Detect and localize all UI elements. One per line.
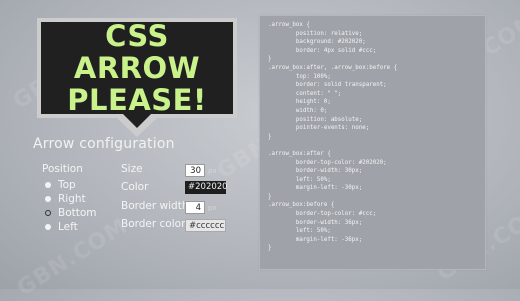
border-color-label: Border color	[121, 218, 186, 230]
position-label: Position	[42, 163, 83, 175]
border-width-unit: px	[208, 204, 217, 212]
radio-label: Left	[58, 221, 78, 233]
border-width-label: Border width	[121, 200, 189, 212]
radio-label: Top	[58, 179, 76, 191]
radio-bottom[interactable]: Bottom	[45, 207, 97, 219]
border-color-input[interactable]: #cccccc	[185, 219, 226, 232]
preview-line-2: PLEASE!	[67, 83, 207, 117]
css-code[interactable]: .arrow_box { position: relative; backgro…	[268, 21, 397, 253]
color-label: Color	[121, 181, 149, 193]
preview-text: CSS ARROW PLEASE!	[41, 20, 233, 116]
css-code-panel[interactable]: .arrow_box { position: relative; backgro…	[259, 15, 486, 270]
radio-icon[interactable]	[45, 182, 51, 188]
radio-label: Right	[58, 193, 86, 205]
arrow-preview-box: CSS ARROW PLEASE!	[37, 18, 237, 118]
radio-left[interactable]: Left	[45, 221, 78, 233]
radio-icon[interactable]	[45, 224, 51, 230]
color-input[interactable]: #202020	[185, 181, 228, 194]
radio-icon[interactable]	[45, 196, 51, 202]
config-title: Arrow configuration	[33, 136, 175, 152]
radio-right[interactable]: Right	[45, 193, 86, 205]
size-input[interactable]: 30	[185, 164, 205, 177]
size-unit: px	[208, 167, 217, 175]
size-label: Size	[121, 163, 143, 175]
border-width-input[interactable]: 4	[185, 201, 205, 214]
preview-arrow-fill	[123, 114, 151, 128]
radio-selected-icon[interactable]	[45, 210, 51, 216]
radio-top[interactable]: Top	[45, 179, 76, 191]
radio-label: Bottom	[58, 207, 97, 219]
preview-line-1: CSS ARROW	[73, 19, 201, 85]
